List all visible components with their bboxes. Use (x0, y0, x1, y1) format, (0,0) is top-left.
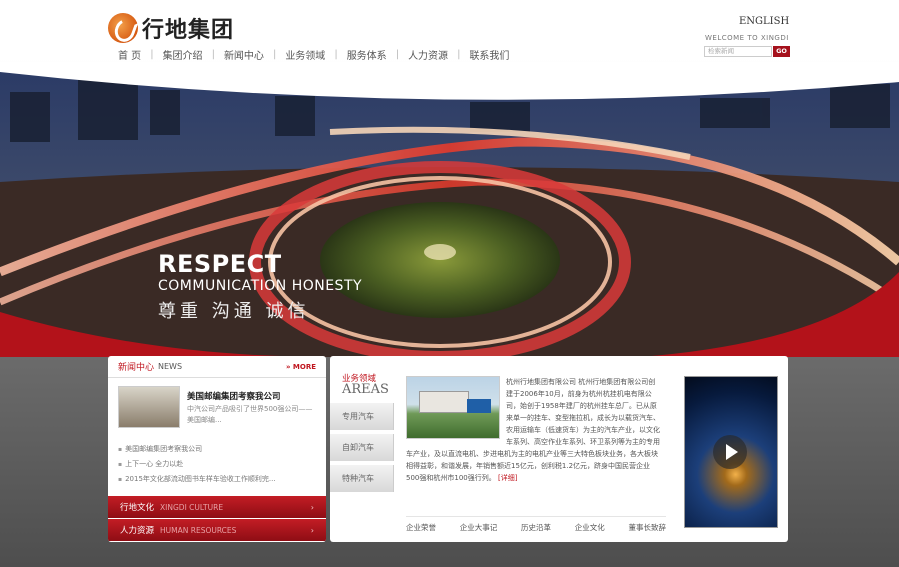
nav-separator: | (395, 49, 400, 60)
play-icon[interactable] (713, 435, 747, 469)
business-panel: 业务领域 AREAS 专用汽车 自卸汽车 特种汽车 杭州行地集团有限公司 杭州行… (330, 356, 788, 542)
main-nav: 首 页 | 集团介绍 | 新闻中心 | 业务领域 | 服务体系 | 人力资源 |… (118, 47, 509, 62)
nav-item-news[interactable]: 新闻中心 (224, 47, 264, 62)
news-more-link[interactable]: » MORE (286, 363, 316, 371)
hr-bar-cn: 人力资源 (120, 526, 155, 536)
nav-item-contact[interactable]: 联系我们 (469, 47, 509, 62)
text-spacer (406, 376, 506, 440)
news-panel: 新闻中心 NEWS » MORE 美国邮编集团考察我公司 中汽公司产品吸引了世界… (108, 356, 326, 542)
culture-bar[interactable]: 行地文化 XINGDI CULTURE › (108, 496, 326, 518)
news-list-item[interactable]: 美国邮编集团考察我公司 (118, 442, 318, 457)
slogan-communication: COMMUNICATION HONESTY (158, 278, 363, 294)
business-description: 杭州行地集团有限公司 杭州行地集团有限公司创建于2006年10月，前身为杭州杭挂… (406, 376, 660, 484)
link-honors[interactable]: 企业荣誉 (406, 522, 436, 533)
news-more-label: MORE (292, 362, 316, 371)
logo-mark-icon (108, 13, 138, 43)
news-title-en: NEWS (158, 362, 183, 371)
link-milestones[interactable]: 企业大事记 (460, 522, 498, 533)
news-featured-title[interactable]: 美国邮编集团考察我公司 (187, 390, 281, 402)
nav-separator: | (457, 49, 461, 60)
search-input[interactable]: 检索新闻 (704, 46, 772, 57)
news-list: 美国邮编集团考察我公司 上下一心 全力以赴 2015年文化部流动图书车样车验收工… (118, 442, 318, 487)
banner-photo (0, 62, 899, 357)
chevron-right-icon: › (310, 525, 314, 535)
nav-separator: | (272, 49, 277, 60)
culture-bar-cn: 行地文化 (120, 503, 155, 513)
nav-item-hr[interactable]: 人力资源 (408, 47, 448, 62)
news-title-cn: 新闻中心 (118, 363, 155, 373)
nav-item-business[interactable]: 业务领域 (285, 47, 325, 62)
hr-bar[interactable]: 人力资源 HUMAN RESOURCES › (108, 519, 326, 541)
tab-dump-trucks[interactable]: 自卸汽车 (330, 434, 394, 461)
culture-bar-en: XINGDI CULTURE (160, 502, 224, 512)
nav-separator: | (211, 49, 215, 60)
search-go-button[interactable]: GO (773, 46, 790, 57)
nav-item-about[interactable]: 集团介绍 (163, 47, 203, 62)
news-list-item[interactable]: 上下一心 全力以赴 (118, 457, 318, 472)
link-chairman[interactable]: 董事长致辞 (629, 522, 667, 533)
hr-bar-en: HUMAN RESOURCES (160, 525, 237, 535)
video-thumbnail[interactable] (684, 376, 778, 528)
slogan-chinese: 尊重 沟通 诚信 (158, 301, 310, 322)
logo[interactable]: 行地集团 (108, 12, 234, 44)
slogan-respect: RESPECT (158, 250, 282, 278)
business-tabs: 专用汽车 自卸汽车 特种汽车 (330, 403, 394, 496)
link-culture[interactable]: 企业文化 (575, 522, 605, 533)
business-detail-link[interactable]: [详细] (498, 474, 517, 482)
news-header: 新闻中心 NEWS » MORE (108, 356, 326, 378)
nav-item-home[interactable]: 首 页 (118, 47, 141, 62)
nav-separator: | (334, 49, 338, 60)
chevron-right-icon: › (310, 502, 314, 512)
link-history[interactable]: 历史沿革 (521, 522, 551, 533)
business-title-en: AREAS (342, 382, 389, 397)
welcome-text: WELCOME TO XINGDI (705, 34, 789, 42)
nav-item-service[interactable]: 服务体系 (347, 47, 387, 62)
hero-banner: RESPECT COMMUNICATION HONESTY 尊重 沟通 诚信 (0, 62, 899, 357)
business-links: 企业荣誉 企业大事记 历史沿革 企业文化 董事长致辞 (406, 516, 666, 533)
news-featured-desc: 中汽公司产品吸引了世界500强公司——美国邮编... (187, 405, 313, 424)
tab-special-purpose[interactable]: 特种汽车 (330, 465, 394, 492)
english-link[interactable]: ENGLISH (739, 16, 789, 27)
news-featured-image[interactable] (118, 386, 180, 428)
news-list-item[interactable]: 2015年文化部流动图书车样车验收工作顺利完... (118, 472, 318, 487)
nav-separator: | (150, 49, 154, 60)
logo-text: 行地集团 (142, 18, 235, 43)
tab-special-vehicles[interactable]: 专用汽车 (330, 403, 394, 430)
